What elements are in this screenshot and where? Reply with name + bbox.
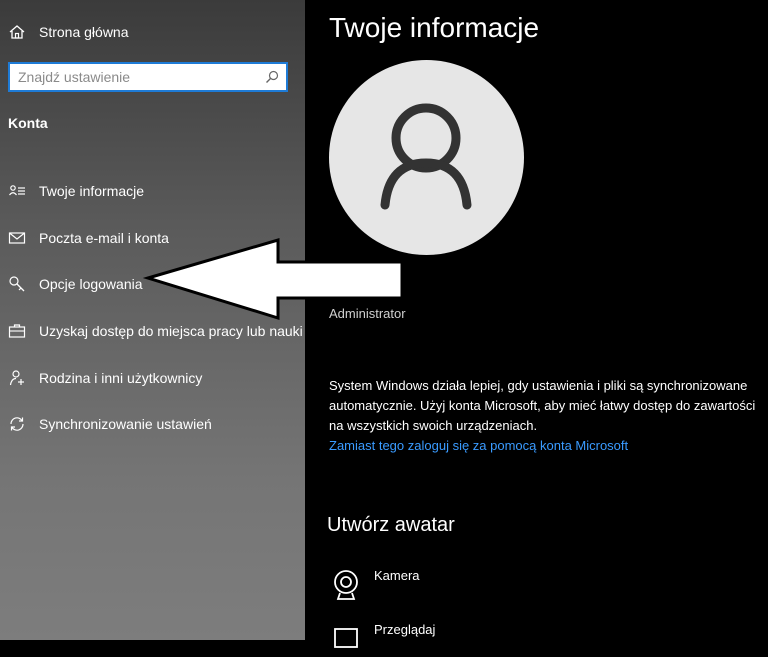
search-box[interactable]	[8, 62, 288, 92]
user-info-icon	[8, 182, 26, 200]
camera-label: Kamera	[374, 568, 420, 583]
sidebar-item-email[interactable]: Poczta e-mail i konta	[8, 215, 308, 262]
sidebar-item-sign-in-options[interactable]: Opcje logowania	[8, 261, 308, 308]
mail-icon	[8, 229, 26, 247]
main-content: Twoje informacje Administrator System Wi…	[305, 0, 768, 648]
browse-option[interactable]: Przeglądaj	[332, 622, 435, 654]
browse-icon	[332, 622, 360, 654]
briefcase-icon	[8, 322, 26, 340]
sync-description: System Windows działa lepiej, gdy ustawi…	[329, 378, 756, 433]
section-title: Konta	[8, 115, 48, 131]
browse-label: Przeglądaj	[374, 622, 436, 637]
home-icon	[8, 23, 26, 41]
sidebar-item-sync[interactable]: Synchronizowanie ustawień	[8, 401, 308, 448]
sidebar-item-label: Opcje logowania	[39, 276, 143, 293]
camera-icon	[332, 568, 360, 600]
sidebar-item-label: Uzyskaj dostęp do miejsca pracy lub nauk…	[39, 323, 303, 340]
account-type: Administrator	[329, 306, 406, 321]
sidebar-item-label: Twoje informacje	[39, 183, 145, 200]
user-silhouette-icon	[380, 103, 472, 210]
microsoft-signin-link[interactable]: Zamiast tego zaloguj się za pomocą konta…	[329, 438, 628, 453]
page-title: Twoje informacje	[329, 12, 540, 43]
home-nav-item[interactable]: Strona główna	[8, 20, 129, 44]
home-label: Strona główna	[39, 24, 129, 40]
sidebar-item-label: Synchronizowanie ustawień	[39, 416, 212, 433]
sidebar-item-your-info[interactable]: Twoje informacje	[8, 168, 308, 215]
sidebar-nav: Twoje informacje Poczta e-mail i konta O…	[8, 168, 308, 448]
avatar	[329, 60, 524, 255]
key-icon	[8, 275, 26, 293]
search-input[interactable]	[10, 68, 264, 86]
sidebar-item-family[interactable]: Rodzina i inni użytkownicy	[8, 354, 308, 401]
sidebar-item-work-access[interactable]: Uzyskaj dostęp do miejsca pracy lub nauk…	[8, 308, 308, 355]
sync-icon	[8, 415, 26, 433]
sidebar-item-label: Rodzina i inni użytkownicy	[39, 369, 203, 386]
avatar-heading: Utwórz awatar	[327, 514, 455, 536]
add-user-icon	[8, 369, 26, 387]
search-icon[interactable]	[264, 69, 280, 85]
settings-sidebar: Strona główna Konta Twoje informacje Poc…	[0, 0, 305, 640]
camera-option[interactable]: Kamera	[332, 568, 420, 600]
sidebar-item-label: Poczta e-mail i konta	[39, 229, 169, 246]
